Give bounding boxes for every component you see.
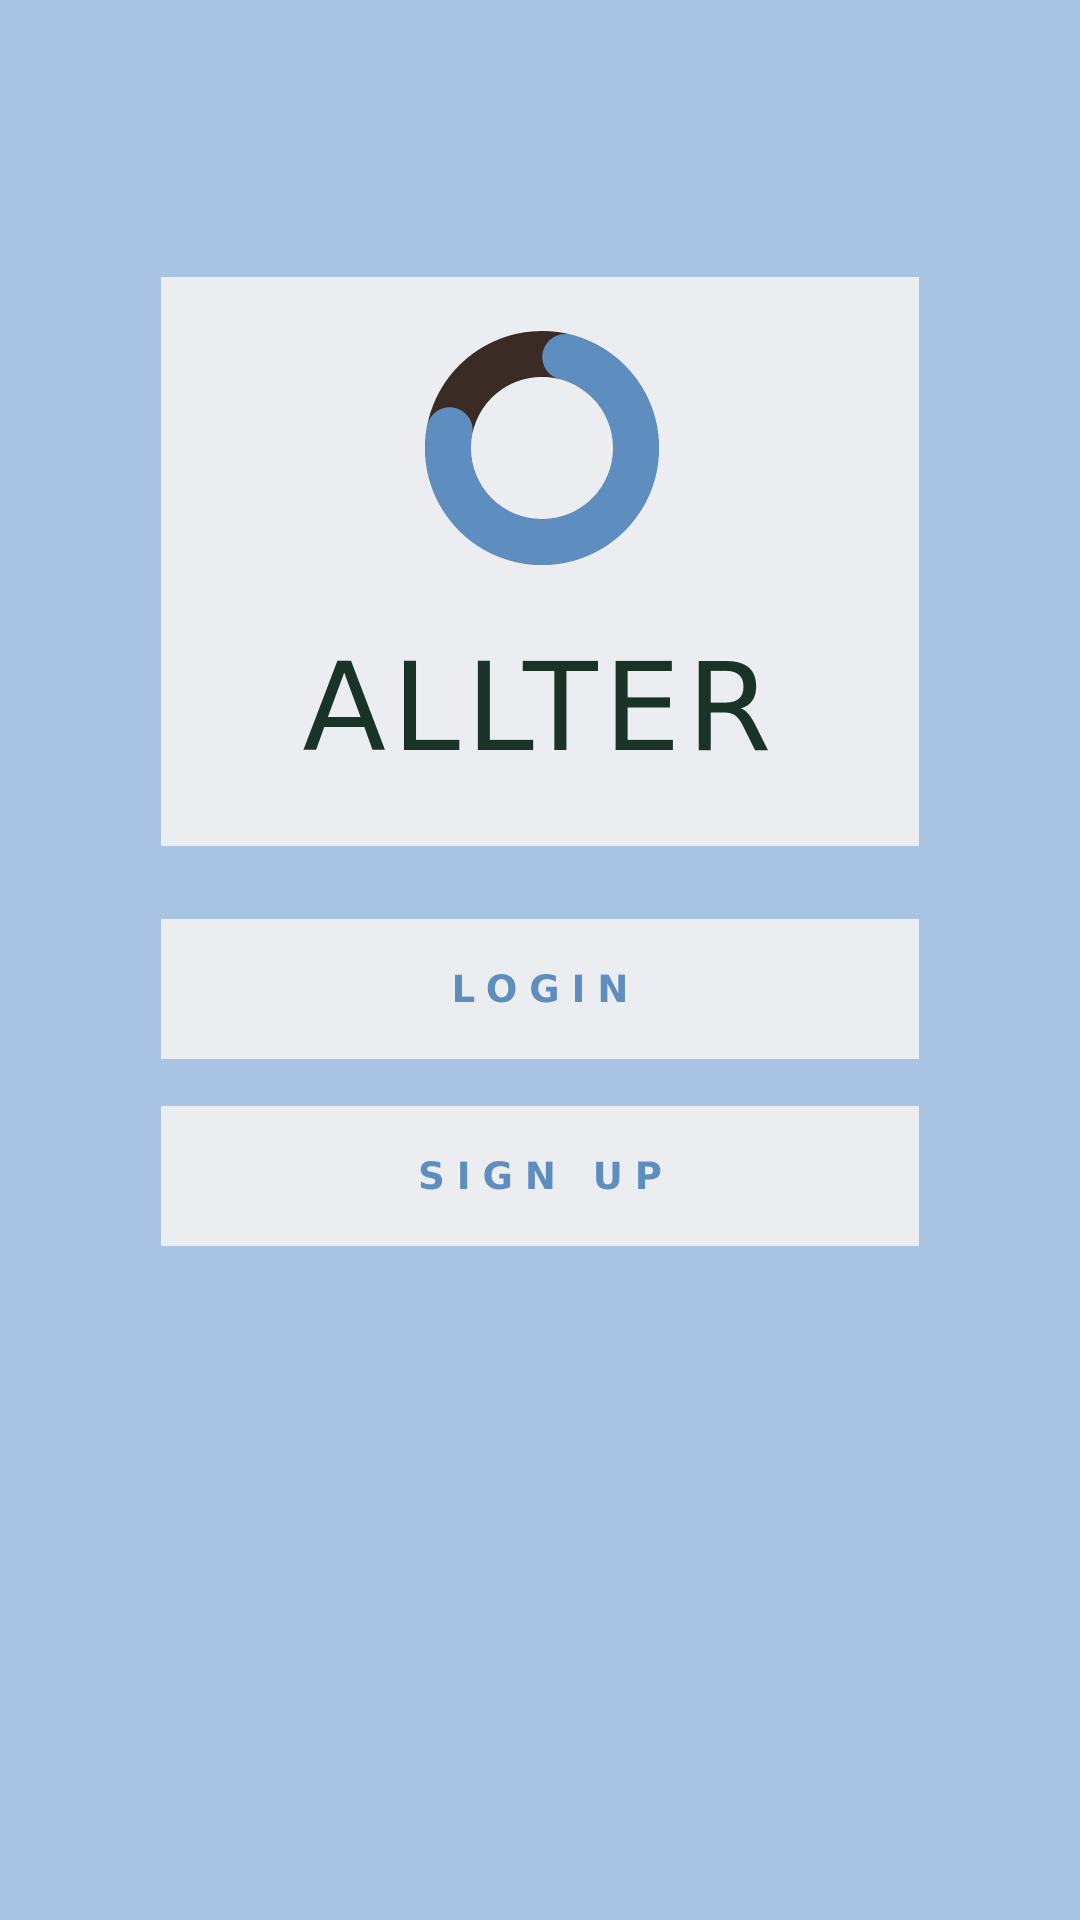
login-button-label: LOGIN xyxy=(451,967,641,1011)
login-button[interactable]: LOGIN xyxy=(161,919,919,1059)
app-title: ALLTER xyxy=(302,637,778,779)
logo-card: ALLTER xyxy=(161,277,919,846)
loading-ring-icon xyxy=(425,331,659,565)
signup-button-label: SIGN UP xyxy=(418,1154,674,1198)
ring-hole xyxy=(471,377,613,519)
signup-button[interactable]: SIGN UP xyxy=(161,1106,919,1246)
